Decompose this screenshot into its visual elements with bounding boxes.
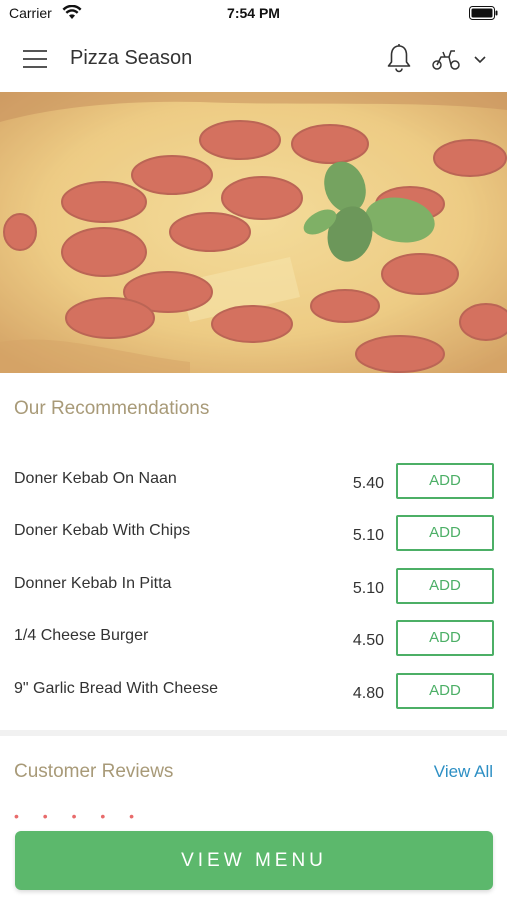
recommendation-row: 9" Garlic Bread With Cheese 4.80 ADD bbox=[0, 670, 507, 722]
app-title: Pizza Season bbox=[70, 47, 193, 69]
battery-icon bbox=[469, 6, 498, 20]
add-button[interactable]: ADD bbox=[396, 463, 494, 499]
add-button[interactable]: ADD bbox=[396, 568, 494, 604]
section-divider bbox=[0, 730, 507, 736]
bell-icon[interactable] bbox=[385, 43, 413, 73]
status-bar: Carrier 7:54 PM bbox=[0, 0, 507, 26]
reviews-title: Customer Reviews bbox=[14, 761, 174, 782]
view-all-link[interactable]: View All bbox=[434, 762, 493, 782]
clock-time: 7:54 PM bbox=[227, 5, 280, 21]
recommendation-row: 1/4 Cheese Burger 4.50 ADD bbox=[0, 617, 507, 669]
item-name: Doner Kebab On Naan bbox=[14, 470, 177, 487]
hamburger-menu-icon[interactable] bbox=[23, 50, 47, 68]
add-button[interactable]: ADD bbox=[396, 515, 494, 551]
item-price: 5.10 bbox=[352, 527, 384, 544]
pizza-illustration bbox=[0, 92, 507, 373]
item-price: 4.50 bbox=[352, 632, 384, 649]
item-name: 9" Garlic Bread With Cheese bbox=[14, 680, 218, 697]
review-stars: • • • • • bbox=[14, 808, 145, 824]
recommendation-row: Doner Kebab On Naan 5.40 ADD bbox=[0, 460, 507, 512]
app-header: Pizza Season bbox=[0, 26, 507, 92]
item-price: 4.80 bbox=[352, 685, 384, 702]
item-name: 1/4 Cheese Burger bbox=[14, 627, 149, 644]
item-price: 5.10 bbox=[352, 580, 384, 597]
view-menu-button[interactable]: VIEW MENU bbox=[15, 831, 493, 890]
item-name: Donner Kebab In Pitta bbox=[14, 575, 172, 592]
hero-pizza-image bbox=[0, 92, 507, 373]
recommendation-row: Doner Kebab With Chips 5.10 ADD bbox=[0, 512, 507, 564]
scooter-icon[interactable] bbox=[431, 47, 461, 71]
recommendation-row: Donner Kebab In Pitta 5.10 ADD bbox=[0, 565, 507, 617]
item-price: 5.40 bbox=[352, 475, 384, 492]
add-button[interactable]: ADD bbox=[396, 620, 494, 656]
add-button[interactable]: ADD bbox=[396, 673, 494, 709]
recommendations-title: Our Recommendations bbox=[14, 398, 210, 419]
chevron-down-icon[interactable] bbox=[472, 53, 488, 65]
item-name: Doner Kebab With Chips bbox=[14, 522, 191, 539]
